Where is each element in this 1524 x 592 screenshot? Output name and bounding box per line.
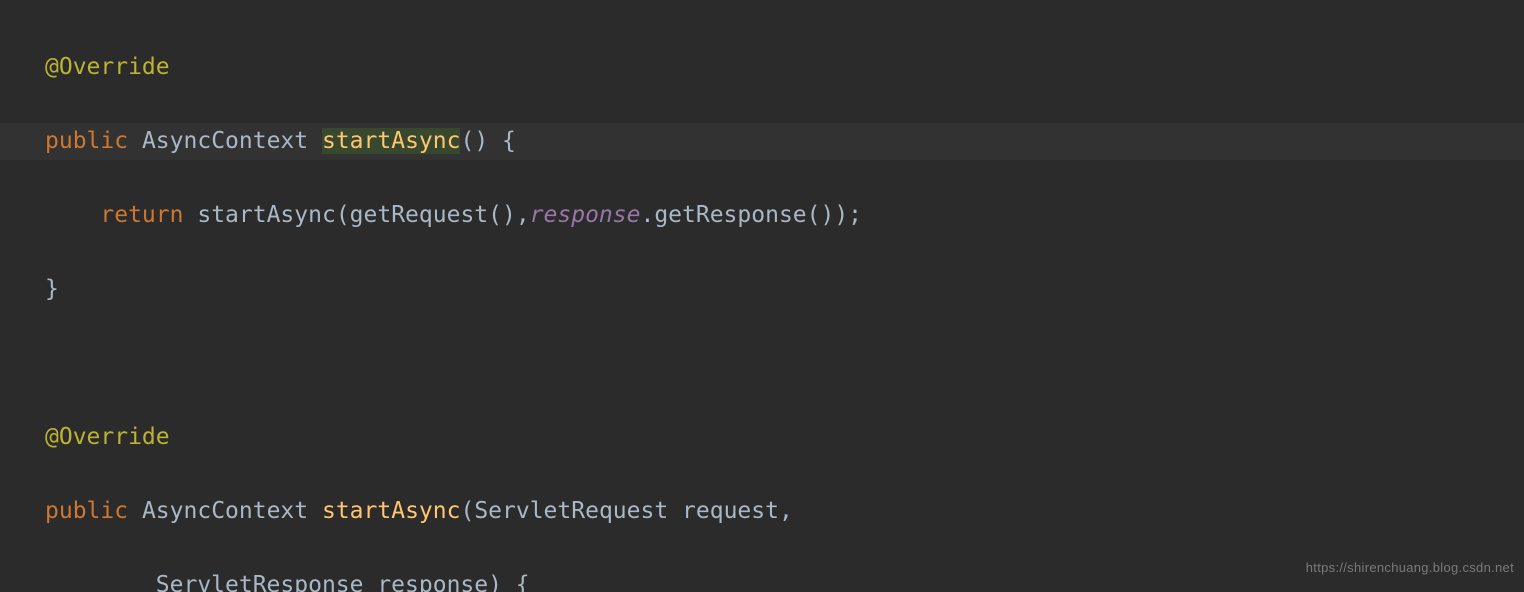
code-line: } — [45, 271, 1524, 308]
code-text: (ServletRequest request, — [460, 498, 792, 524]
code-editor[interactable]: @Override public AsyncContext startAsync… — [0, 0, 1524, 592]
keyword-public: public — [45, 128, 128, 154]
code-line: @Override — [45, 419, 1524, 456]
code-line-highlighted: public AsyncContext startAsync() { — [0, 123, 1524, 160]
field-ref: response — [530, 202, 641, 228]
method-name: startAsync — [322, 498, 460, 524]
code-text: ServletResponse response) { — [156, 572, 530, 592]
annotation: @Override — [45, 424, 170, 450]
annotation: @Override — [45, 54, 170, 80]
code-line: @Override — [45, 49, 1524, 86]
code-line: ServletResponse response) { — [45, 567, 1524, 592]
type: AsyncContext — [142, 498, 308, 524]
method-name: startAsync — [322, 128, 460, 154]
code-text: } — [45, 276, 59, 302]
code-line: return startAsync(getRequest(),response.… — [45, 197, 1524, 234]
code-text: .getResponse()); — [640, 202, 862, 228]
keyword-return: return — [100, 202, 183, 228]
type: AsyncContext — [142, 128, 308, 154]
keyword-public: public — [45, 498, 128, 524]
code-text: () { — [460, 128, 515, 154]
blank-line — [45, 345, 1524, 382]
code-text: startAsync(getRequest(), — [197, 202, 529, 228]
watermark: https://shirenchuang.blog.csdn.net — [1306, 549, 1514, 586]
code-line: public AsyncContext startAsync(ServletRe… — [45, 493, 1524, 530]
